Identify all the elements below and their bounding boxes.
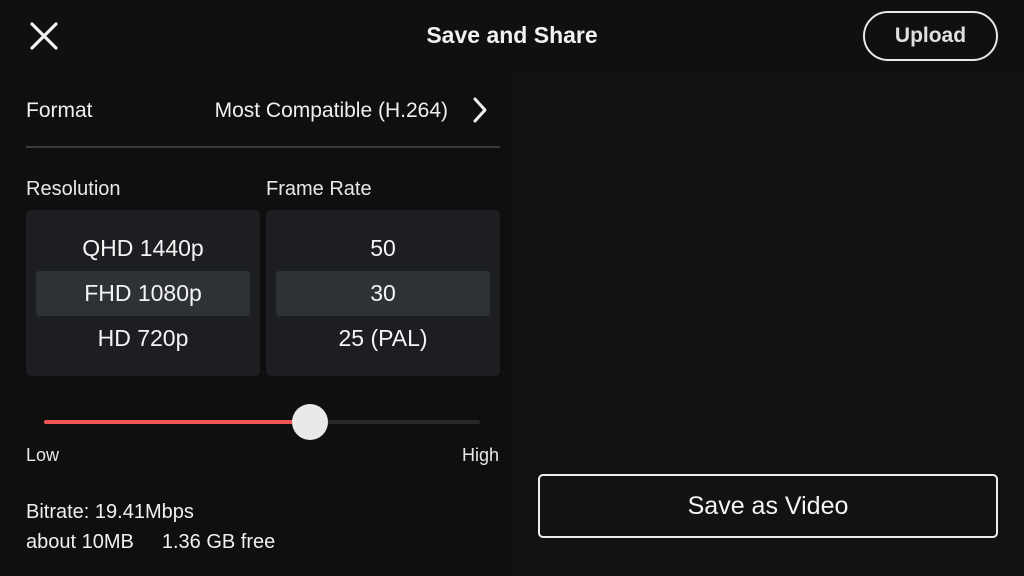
- format-value: Most Compatible (H.264): [214, 99, 448, 122]
- settings-panel: Format Most Compatible (H.264) Resolutio…: [0, 72, 512, 576]
- format-row[interactable]: Format Most Compatible (H.264): [26, 90, 500, 130]
- frame-rate-picker[interactable]: 50 30 25 (PAL): [266, 210, 500, 376]
- slider-high-label: High: [461, 445, 499, 465]
- frame-rate-option[interactable]: 25 (PAL): [276, 316, 490, 361]
- bitrate-text: Bitrate: 19.41Mbps: [26, 501, 194, 523]
- top-bar: Save and Share Upload: [0, 0, 1024, 72]
- format-label: Format: [26, 99, 93, 122]
- estimated-size: about 10MB: [26, 531, 134, 553]
- chevron-right-icon: [473, 97, 487, 123]
- free-space: 1.36 GB free: [161, 531, 276, 553]
- resolution-picker[interactable]: QHD 1440p FHD 1080p HD 720p: [26, 210, 260, 376]
- resolution-option-selected[interactable]: FHD 1080p: [36, 271, 250, 316]
- upload-button[interactable]: Upload: [863, 11, 998, 61]
- slider-thumb[interactable]: [292, 404, 328, 440]
- slider-low-label: Low: [26, 445, 60, 465]
- frame-rate-option[interactable]: 50: [276, 226, 490, 271]
- slider-fill: [44, 420, 310, 424]
- resolution-option[interactable]: QHD 1440p: [36, 226, 250, 271]
- divider: [26, 146, 500, 148]
- quality-slider[interactable]: [44, 404, 480, 440]
- size-info: about 10MB 1.36 GB free: [26, 531, 275, 554]
- frame-rate-option-selected[interactable]: 30: [276, 271, 490, 316]
- resolution-option[interactable]: HD 720p: [36, 316, 250, 361]
- resolution-label: Resolution: [26, 178, 121, 200]
- save-as-video-button[interactable]: Save as Video: [538, 474, 998, 538]
- frame-rate-label: Frame Rate: [266, 178, 372, 200]
- preview-panel: Save as Video: [512, 72, 1024, 576]
